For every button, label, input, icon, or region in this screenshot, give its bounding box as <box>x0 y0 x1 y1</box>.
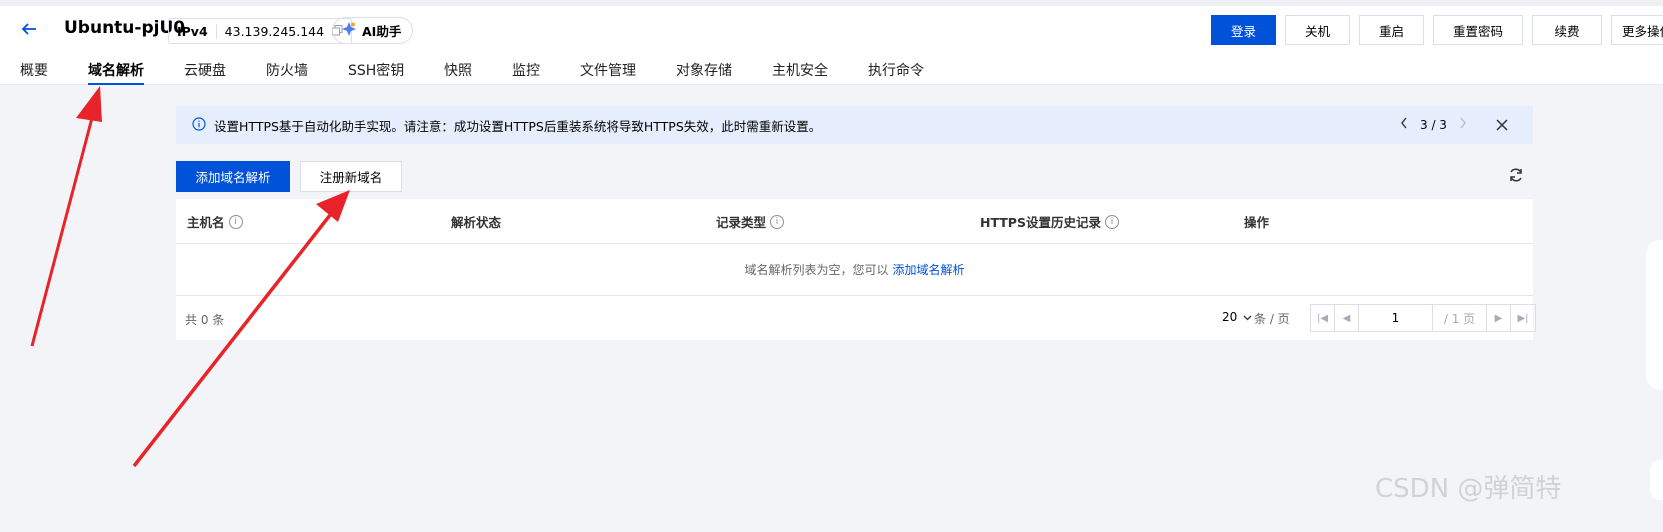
table-header: 主机名 i 解析状态 记录类型 i HTTPS设置历史记录 i 操作 <box>176 199 1533 244</box>
notice-pager: 3 / 3 <box>1400 117 1467 132</box>
side-float-panel[interactable] <box>1646 240 1663 390</box>
tab-run-command[interactable]: 执行命令 <box>868 60 924 80</box>
info-icon <box>192 116 206 134</box>
page-total-label: / 1 页 <box>1433 305 1487 331</box>
shutdown-button[interactable]: 关机 <box>1285 15 1350 45</box>
empty-state: 域名解析列表为空，您可以 添加域名解析 <box>176 244 1533 296</box>
last-page-icon[interactable]: ▶| <box>1511 305 1535 331</box>
refresh-icon[interactable] <box>1508 167 1524 187</box>
register-domain-button[interactable]: 注册新域名 <box>300 161 402 192</box>
notice-page-count: 3 / 3 <box>1420 117 1447 132</box>
col-https-history: HTTPS设置历史记录 i <box>980 212 1119 231</box>
more-actions-button[interactable]: 更多操作 <box>1611 15 1663 45</box>
dns-records-table: 主机名 i 解析状态 记录类型 i HTTPS设置历史记录 i 操作 域名解析列… <box>176 199 1536 340</box>
action-buttons: 登录 关机 重启 重置密码 续费 更多操作 <box>1211 15 1663 45</box>
empty-state-text: 域名解析列表为空，您可以 <box>744 263 889 277</box>
page-size-select[interactable]: 20 <box>1222 310 1252 324</box>
renew-button[interactable]: 续费 <box>1532 15 1602 45</box>
prev-page-icon[interactable]: ◀ <box>1335 305 1359 331</box>
instance-name: Ubuntu-pjU0 <box>64 18 186 38</box>
page-size-value: 20 <box>1222 310 1238 324</box>
col-status-label: 解析状态 <box>451 215 502 230</box>
total-count: 共 0 条 <box>185 313 225 327</box>
page-number-input[interactable]: 1 <box>1359 305 1433 331</box>
tab-snapshot[interactable]: 快照 <box>444 60 472 80</box>
tab-dns[interactable]: 域名解析 <box>88 60 144 85</box>
pagination: |◀ ◀ 1 / 1 页 ▶ ▶| <box>1310 304 1536 332</box>
hostname-info-icon[interactable]: i <box>228 214 243 229</box>
ip-type-label: IPv4 <box>177 23 217 39</box>
col-record-type-label: 记录类型 <box>716 215 767 230</box>
tab-ssh-keys[interactable]: SSH密钥 <box>348 60 404 80</box>
header-bar: Ubuntu-pjU0 IPv4 43.139.245.144 AI助手 登录 … <box>0 0 1663 85</box>
ip-address: 43.139.245.144 <box>224 23 325 39</box>
tab-file-manager[interactable]: 文件管理 <box>580 60 636 80</box>
top-divider <box>0 0 1663 6</box>
https-notice-banner: 设置HTTPS基于自动化助手实现。请注意：成功设置HTTPS后重装系统将导致HT… <box>176 106 1533 144</box>
chevron-down-icon <box>1241 310 1252 324</box>
col-actions: 操作 <box>1244 212 1269 231</box>
ai-assistant-label: AI助手 <box>362 24 402 39</box>
reset-password-button[interactable]: 重置密码 <box>1433 15 1523 45</box>
tab-host-security[interactable]: 主机安全 <box>772 60 828 80</box>
https-history-info-icon[interactable]: i <box>1104 214 1119 229</box>
watermark: CSDN @弹简特 <box>1375 474 1562 504</box>
col-actions-label: 操作 <box>1244 215 1270 230</box>
tab-monitor[interactable]: 监控 <box>512 60 540 80</box>
back-arrow-icon[interactable] <box>18 18 40 40</box>
notice-text: 设置HTTPS基于自动化助手实现。请注意：成功设置HTTPS后重装系统将导致HT… <box>214 118 822 134</box>
ai-logo-icon <box>341 21 357 40</box>
add-dns-record-button[interactable]: 添加域名解析 <box>176 161 290 192</box>
tab-firewall[interactable]: 防火墙 <box>266 60 308 80</box>
close-icon[interactable] <box>1496 114 1508 135</box>
side-float-button[interactable] <box>1650 460 1663 500</box>
empty-add-record-link[interactable]: 添加域名解析 <box>893 261 965 278</box>
login-button[interactable]: 登录 <box>1211 15 1276 45</box>
restart-button[interactable]: 重启 <box>1359 15 1424 45</box>
col-https-history-label: HTTPS设置历史记录 <box>980 215 1101 230</box>
col-status: 解析状态 <box>451 212 501 231</box>
ai-assistant-button[interactable]: AI助手 <box>332 17 414 44</box>
table-footer: 共 0 条 20 条 / 页 |◀ ◀ 1 / 1 页 ▶ ▶| <box>176 296 1536 340</box>
col-hostname-label: 主机名 <box>187 215 225 230</box>
tab-cloud-disk[interactable]: 云硬盘 <box>184 60 226 80</box>
next-page-icon[interactable]: ▶ <box>1487 305 1511 331</box>
first-page-icon[interactable]: |◀ <box>1311 305 1335 331</box>
tab-object-storage[interactable]: 对象存储 <box>676 60 732 80</box>
notice-next-icon[interactable] <box>1459 117 1467 132</box>
page-unit-label: 条 / 页 <box>1254 312 1290 326</box>
col-hostname: 主机名 i <box>187 212 243 231</box>
record-type-info-icon[interactable]: i <box>770 214 785 229</box>
notice-prev-icon[interactable] <box>1400 117 1408 132</box>
ip-address-box: IPv4 43.139.245.144 <box>168 18 353 44</box>
col-record-type: 记录类型 i <box>716 212 785 231</box>
tab-overview[interactable]: 概要 <box>20 60 48 80</box>
